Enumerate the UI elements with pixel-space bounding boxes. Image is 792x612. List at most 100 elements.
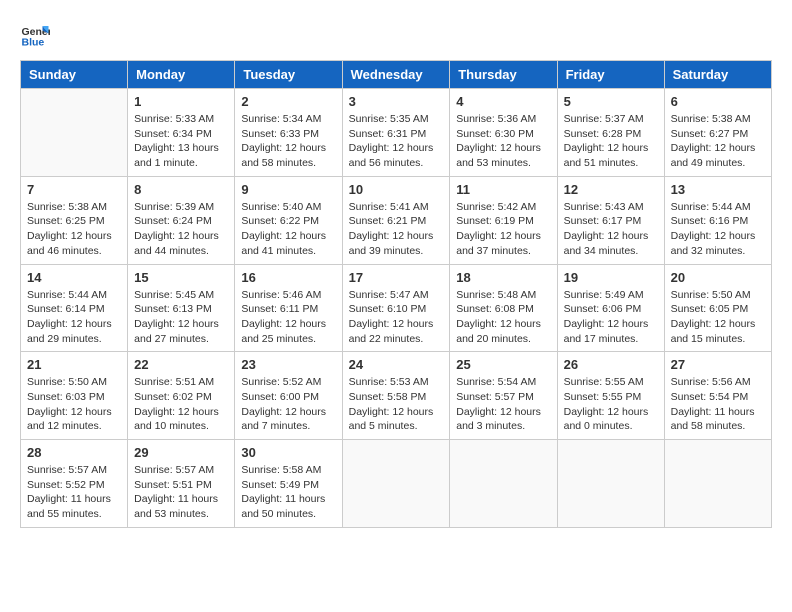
calendar-cell: 21 Sunrise: 5:50 AMSunset: 6:03 PMDayligh… <box>21 352 128 440</box>
page-header: General Blue <box>20 20 772 50</box>
day-number: 2 <box>241 94 335 109</box>
day-number: 15 <box>134 270 228 285</box>
svg-text:Blue: Blue <box>22 37 45 49</box>
calendar-cell: 6 Sunrise: 5:38 AMSunset: 6:27 PMDaylight… <box>664 89 771 177</box>
cell-content: Sunrise: 5:58 AMSunset: 5:49 PMDaylight:… <box>241 463 335 522</box>
calendar-cell: 22Sunrise: 5:51 AMSunset: 6:02 PMDayligh… <box>128 352 235 440</box>
day-number: 22 <box>134 357 228 372</box>
cell-content: Sunrise: 5:35 AMSunset: 6:31 PMDaylight:… <box>349 112 444 171</box>
day-of-week-wednesday: Wednesday <box>342 61 450 89</box>
day-number: 4 <box>456 94 550 109</box>
calendar-week-3: 14 Sunrise: 5:44 AMSunset: 6:14 PMDayligh… <box>21 264 772 352</box>
calendar-cell: 2 Sunrise: 5:34 AMSunset: 6:33 PMDaylight… <box>235 89 342 177</box>
day-number: 14 <box>27 270 121 285</box>
day-of-week-sunday: Sunday <box>21 61 128 89</box>
day-number: 21 <box>27 357 121 372</box>
calendar-week-5: 28 Sunrise: 5:57 AMSunset: 5:52 PMDayligh… <box>21 440 772 528</box>
calendar-cell <box>450 440 557 528</box>
cell-content: Sunrise: 5:57 AMSunset: 5:51 PMDaylight:… <box>134 463 228 522</box>
calendar-cell: 14 Sunrise: 5:44 AMSunset: 6:14 PMDayligh… <box>21 264 128 352</box>
day-number: 10 <box>349 182 444 197</box>
calendar-cell: 8 Sunrise: 5:39 AMSunset: 6:24 PMDaylight… <box>128 176 235 264</box>
day-number: 30 <box>241 445 335 460</box>
cell-content: Sunrise: 5:41 AMSunset: 6:21 PMDaylight:… <box>349 200 444 259</box>
cell-content: Sunrise: 5:50 AMSunset: 6:03 PMDaylight:… <box>27 375 121 434</box>
day-of-week-thursday: Thursday <box>450 61 557 89</box>
cell-content: Sunrise: 5:33 AMSunset: 6:34 PMDaylight:… <box>134 112 228 171</box>
cell-content: Sunrise: 5:37 AMSunset: 6:28 PMDaylight:… <box>564 112 658 171</box>
cell-content: Sunrise: 5:46 AMSunset: 6:11 PMDaylight:… <box>241 288 335 347</box>
calendar-cell: 15 Sunrise: 5:45 AMSunset: 6:13 PMDayligh… <box>128 264 235 352</box>
calendar-cell: 29 Sunrise: 5:57 AMSunset: 5:51 PMDayligh… <box>128 440 235 528</box>
cell-content: Sunrise: 5:49 AMSunset: 6:06 PMDaylight:… <box>564 288 658 347</box>
day-number: 17 <box>349 270 444 285</box>
calendar-week-2: 7Sunrise: 5:38 AMSunset: 6:25 PMDaylight… <box>21 176 772 264</box>
calendar-cell: 11 Sunrise: 5:42 AMSunset: 6:19 PMDayligh… <box>450 176 557 264</box>
day-number: 16 <box>241 270 335 285</box>
cell-content: Sunrise: 5:55 AMSunset: 5:55 PMDaylight:… <box>564 375 658 434</box>
calendar-cell: 23 Sunrise: 5:52 AMSunset: 6:00 PMDayligh… <box>235 352 342 440</box>
cell-content: Sunrise: 5:39 AMSunset: 6:24 PMDaylight:… <box>134 200 228 259</box>
day-number: 29 <box>134 445 228 460</box>
cell-content: Sunrise: 5:52 AMSunset: 6:00 PMDaylight:… <box>241 375 335 434</box>
calendar-body: 1 Sunrise: 5:33 AMSunset: 6:34 PMDaylight… <box>21 89 772 528</box>
calendar-header: SundayMondayTuesdayWednesdayThursdayFrid… <box>21 61 772 89</box>
calendar-cell <box>342 440 450 528</box>
day-number: 11 <box>456 182 550 197</box>
calendar-cell <box>664 440 771 528</box>
day-number: 1 <box>134 94 228 109</box>
calendar-cell: 17 Sunrise: 5:47 AMSunset: 6:10 PMDayligh… <box>342 264 450 352</box>
calendar-cell: 5Sunrise: 5:37 AMSunset: 6:28 PMDaylight… <box>557 89 664 177</box>
cell-content: Sunrise: 5:53 AMSunset: 5:58 PMDaylight:… <box>349 375 444 434</box>
calendar-cell: 25 Sunrise: 5:54 AMSunset: 5:57 PMDayligh… <box>450 352 557 440</box>
day-number: 27 <box>671 357 765 372</box>
calendar-cell: 12 Sunrise: 5:43 AMSunset: 6:17 PMDayligh… <box>557 176 664 264</box>
calendar-cell: 30 Sunrise: 5:58 AMSunset: 5:49 PMDayligh… <box>235 440 342 528</box>
cell-content: Sunrise: 5:34 AMSunset: 6:33 PMDaylight:… <box>241 112 335 171</box>
cell-content: Sunrise: 5:44 AMSunset: 6:14 PMDaylight:… <box>27 288 121 347</box>
calendar-cell: 1 Sunrise: 5:33 AMSunset: 6:34 PMDaylight… <box>128 89 235 177</box>
day-of-week-tuesday: Tuesday <box>235 61 342 89</box>
day-number: 3 <box>349 94 444 109</box>
day-number: 25 <box>456 357 550 372</box>
calendar-cell: 9Sunrise: 5:40 AMSunset: 6:22 PMDaylight… <box>235 176 342 264</box>
calendar-cell <box>557 440 664 528</box>
logo: General Blue <box>20 20 54 50</box>
cell-content: Sunrise: 5:48 AMSunset: 6:08 PMDaylight:… <box>456 288 550 347</box>
cell-content: Sunrise: 5:38 AMSunset: 6:25 PMDaylight:… <box>27 200 121 259</box>
header-row: SundayMondayTuesdayWednesdayThursdayFrid… <box>21 61 772 89</box>
day-number: 20 <box>671 270 765 285</box>
calendar-cell: 13 Sunrise: 5:44 AMSunset: 6:16 PMDayligh… <box>664 176 771 264</box>
day-number: 13 <box>671 182 765 197</box>
calendar-cell: 26 Sunrise: 5:55 AMSunset: 5:55 PMDayligh… <box>557 352 664 440</box>
day-number: 12 <box>564 182 658 197</box>
calendar-cell <box>21 89 128 177</box>
day-number: 28 <box>27 445 121 460</box>
cell-content: Sunrise: 5:45 AMSunset: 6:13 PMDaylight:… <box>134 288 228 347</box>
cell-content: Sunrise: 5:42 AMSunset: 6:19 PMDaylight:… <box>456 200 550 259</box>
day-number: 6 <box>671 94 765 109</box>
calendar-cell: 19Sunrise: 5:49 AMSunset: 6:06 PMDayligh… <box>557 264 664 352</box>
day-number: 23 <box>241 357 335 372</box>
calendar-cell: 28 Sunrise: 5:57 AMSunset: 5:52 PMDayligh… <box>21 440 128 528</box>
day-of-week-saturday: Saturday <box>664 61 771 89</box>
day-number: 26 <box>564 357 658 372</box>
calendar-cell: 4 Sunrise: 5:36 AMSunset: 6:30 PMDaylight… <box>450 89 557 177</box>
calendar-cell: 27 Sunrise: 5:56 AMSunset: 5:54 PMDayligh… <box>664 352 771 440</box>
calendar-cell: 16 Sunrise: 5:46 AMSunset: 6:11 PMDayligh… <box>235 264 342 352</box>
cell-content: Sunrise: 5:57 AMSunset: 5:52 PMDaylight:… <box>27 463 121 522</box>
calendar-week-4: 21 Sunrise: 5:50 AMSunset: 6:03 PMDayligh… <box>21 352 772 440</box>
cell-content: Sunrise: 5:38 AMSunset: 6:27 PMDaylight:… <box>671 112 765 171</box>
cell-content: Sunrise: 5:56 AMSunset: 5:54 PMDaylight:… <box>671 375 765 434</box>
calendar-week-1: 1 Sunrise: 5:33 AMSunset: 6:34 PMDaylight… <box>21 89 772 177</box>
calendar-cell: 10 Sunrise: 5:41 AMSunset: 6:21 PMDayligh… <box>342 176 450 264</box>
day-number: 9 <box>241 182 335 197</box>
cell-content: Sunrise: 5:54 AMSunset: 5:57 PMDaylight:… <box>456 375 550 434</box>
calendar-cell: 20Sunrise: 5:50 AMSunset: 6:05 PMDayligh… <box>664 264 771 352</box>
day-number: 8 <box>134 182 228 197</box>
cell-content: Sunrise: 5:43 AMSunset: 6:17 PMDaylight:… <box>564 200 658 259</box>
cell-content: Sunrise: 5:36 AMSunset: 6:30 PMDaylight:… <box>456 112 550 171</box>
cell-content: Sunrise: 5:47 AMSunset: 6:10 PMDaylight:… <box>349 288 444 347</box>
calendar-cell: 7Sunrise: 5:38 AMSunset: 6:25 PMDaylight… <box>21 176 128 264</box>
cell-content: Sunrise: 5:44 AMSunset: 6:16 PMDaylight:… <box>671 200 765 259</box>
